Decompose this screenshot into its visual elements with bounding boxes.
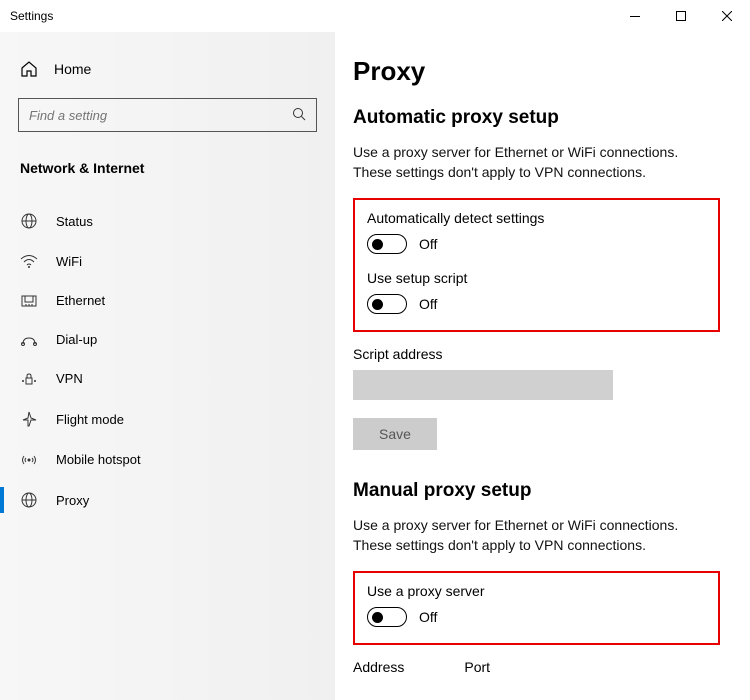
sidebar-item-status[interactable]: Status bbox=[0, 200, 335, 242]
window-title: Settings bbox=[10, 9, 53, 23]
save-button: Save bbox=[353, 418, 437, 450]
close-button[interactable] bbox=[704, 0, 750, 32]
auto-section-desc: Use a proxy server for Ethernet or WiFi … bbox=[353, 143, 720, 182]
sidebar-item-proxy[interactable]: Proxy bbox=[0, 479, 335, 521]
sidebar-item-flight-mode[interactable]: Flight mode bbox=[0, 398, 335, 440]
setup-script-toggle[interactable] bbox=[367, 294, 407, 314]
sidebar-item-dialup[interactable]: Dial-up bbox=[0, 320, 335, 359]
sidebar-item-mobile-hotspot[interactable]: Mobile hotspot bbox=[0, 440, 335, 479]
script-address-label: Script address bbox=[353, 346, 720, 362]
status-icon bbox=[20, 212, 38, 230]
manual-section-heading: Manual proxy setup bbox=[353, 480, 720, 502]
main-panel: Proxy Automatic proxy setup Use a proxy … bbox=[335, 32, 750, 700]
port-label: Port bbox=[464, 659, 490, 675]
auto-section-heading: Automatic proxy setup bbox=[353, 107, 720, 129]
titlebar: Settings bbox=[0, 0, 750, 32]
sidebar-item-label: VPN bbox=[56, 371, 83, 386]
hotspot-icon bbox=[20, 453, 38, 467]
auto-highlight-box: Automatically detect settings Off Use se… bbox=[353, 198, 720, 332]
search-box[interactable] bbox=[18, 98, 317, 132]
home-label: Home bbox=[54, 61, 91, 77]
ethernet-icon bbox=[20, 294, 38, 308]
sidebar-item-label: Status bbox=[56, 214, 93, 229]
home-icon bbox=[20, 60, 38, 78]
search-input[interactable] bbox=[29, 108, 292, 123]
search-icon bbox=[292, 107, 306, 124]
sidebar-item-wifi[interactable]: WiFi bbox=[0, 242, 335, 281]
script-address-input bbox=[353, 370, 613, 400]
flight-mode-icon bbox=[20, 410, 38, 428]
page-title: Proxy bbox=[353, 56, 720, 87]
sidebar-item-ethernet[interactable]: Ethernet bbox=[0, 281, 335, 320]
sidebar-item-label: Proxy bbox=[56, 493, 89, 508]
sidebar-item-label: Ethernet bbox=[56, 293, 105, 308]
category-heading: Network & Internet bbox=[0, 152, 335, 184]
use-proxy-toggle[interactable] bbox=[367, 607, 407, 627]
auto-detect-toggle[interactable] bbox=[367, 234, 407, 254]
sidebar-item-vpn[interactable]: VPN bbox=[0, 359, 335, 398]
dialup-icon bbox=[20, 333, 38, 347]
maximize-button[interactable] bbox=[658, 0, 704, 32]
minimize-button[interactable] bbox=[612, 0, 658, 32]
auto-detect-state: Off bbox=[419, 236, 437, 252]
sidebar-item-label: Mobile hotspot bbox=[56, 452, 141, 467]
sidebar-item-label: Dial-up bbox=[56, 332, 97, 347]
proxy-icon bbox=[20, 491, 38, 509]
manual-highlight-box: Use a proxy server Off bbox=[353, 571, 720, 645]
setup-script-state: Off bbox=[419, 296, 437, 312]
use-proxy-state: Off bbox=[419, 609, 437, 625]
window-controls bbox=[612, 0, 750, 32]
sidebar-item-label: Flight mode bbox=[56, 412, 124, 427]
wifi-icon bbox=[20, 255, 38, 269]
home-link[interactable]: Home bbox=[0, 52, 335, 86]
sidebar-item-label: WiFi bbox=[56, 254, 82, 269]
use-proxy-label: Use a proxy server bbox=[367, 583, 706, 599]
maximize-icon bbox=[676, 11, 686, 21]
address-label: Address bbox=[353, 659, 404, 675]
manual-section-desc: Use a proxy server for Ethernet or WiFi … bbox=[353, 516, 720, 555]
vpn-icon bbox=[20, 372, 38, 386]
minimize-icon bbox=[630, 16, 640, 17]
setup-script-label: Use setup script bbox=[367, 270, 706, 286]
auto-detect-label: Automatically detect settings bbox=[367, 210, 706, 226]
sidebar: Home Network & Internet Status WiFi Ethe… bbox=[0, 32, 335, 700]
close-icon bbox=[722, 11, 732, 21]
